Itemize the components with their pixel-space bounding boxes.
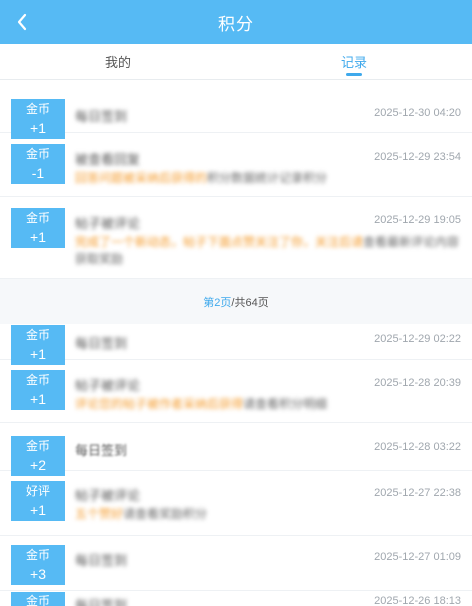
record-date: 2025-12-29 23:54 [374, 151, 461, 163]
list-item: 好评 +1 帖子被评论 2025-12-27 22:38 五个赞好请查看奖励积分 [0, 471, 472, 536]
reward-type: 金币 [25, 373, 50, 387]
reward-badge: 好评 +1 [11, 481, 65, 521]
record-title: 帖子被评论 [75, 378, 141, 393]
reward-type: 金币 [25, 594, 50, 606]
reward-badge: 金币 +1 [11, 325, 65, 365]
tab-mine[interactable]: 我的 [0, 44, 236, 79]
record-date: 2025-12-27 01:09 [374, 551, 461, 563]
tab-records[interactable]: 记录 [236, 44, 472, 79]
current-page: 第2页 [203, 296, 232, 309]
total-pages: /共64页 [231, 296, 269, 309]
record-title: 每日签到 [75, 443, 128, 458]
record-description: 五个赞好请查看奖励积分 [75, 506, 375, 523]
record-description-text: 请查看积分明细 [243, 397, 328, 411]
record-description: 完成了一个新动态，帖子下面点赞关注了你，关注后请查看最新评论内容获取奖励 [75, 234, 463, 268]
chevron-left-icon [17, 13, 27, 31]
list-item: 金币 +3 每日签到 2025-12-27 01:09 [0, 536, 472, 591]
app-header: 积分 [0, 0, 472, 44]
record-description-highlight: 五个赞好 [75, 507, 124, 521]
record-description-highlight: 回答问题被采纳后获得的 [75, 171, 208, 185]
page-indicator: 第2页/共64页 [0, 279, 472, 324]
record-description-text: 请查看奖励积分 [123, 507, 208, 521]
record-description-text: 积分数据统计记录积分 [207, 171, 328, 185]
back-button[interactable] [8, 6, 36, 38]
list-item: 金币 +1 每日签到 2025-12-30 04:20 [0, 95, 472, 139]
reward-type: 金币 [25, 147, 50, 161]
reward-type: 金币 [25, 211, 50, 225]
tab-bar: 我的 记录 [0, 44, 472, 80]
record-date: 2025-12-28 03:22 [374, 441, 461, 453]
record-title: 每日签到 [75, 553, 128, 568]
list-item: 金币 +2 每日签到 2025-12-28 03:22 [0, 423, 472, 476]
reward-amount: +1 [30, 229, 46, 245]
reward-amount: +1 [30, 502, 46, 518]
record-title: 每日签到 [75, 336, 128, 351]
record-date: 2025-12-28 20:39 [374, 377, 461, 389]
record-date: 2025-12-27 22:38 [374, 487, 461, 499]
record-title: 每日签到 [75, 109, 128, 124]
list-item: 金币 每日签到 2025-12-26 18:13 [0, 591, 472, 606]
reward-amount: +3 [30, 566, 46, 582]
record-description-highlight: 评论您的帖子被作者采纳后获得 [75, 397, 244, 411]
record-title: 帖子被评论 [75, 488, 141, 503]
reward-type: 金币 [25, 328, 50, 342]
record-date: 2025-12-29 02:22 [374, 333, 461, 345]
reward-amount: -1 [31, 165, 45, 181]
record-description-highlight: 完成了一个新动态，帖子下面点赞关注了你，关注后请 [75, 235, 364, 249]
reward-type: 金币 [25, 102, 50, 116]
reward-badge: 金币 +3 [11, 545, 65, 585]
list-item: 金币 -1 被查看回复 2025-12-29 23:54 回答问题被采纳后获得的… [0, 133, 472, 197]
page-title: 积分 [218, 14, 254, 34]
records-list[interactable]: +9 金币 +1 每日签到 2025-12-30 04:20 金币 -1 被查看… [0, 81, 472, 606]
record-description: 评论您的帖子被作者采纳后获得请查看积分明细 [75, 396, 435, 413]
reward-type: 金币 [25, 439, 50, 453]
record-title: 每日签到 [75, 598, 128, 606]
reward-type: 好评 [25, 484, 50, 498]
record-title: 被查看回复 [75, 152, 141, 167]
reward-badge: 金币 -1 [11, 144, 65, 184]
record-date: 2025-12-26 18:13 [374, 595, 461, 606]
list-item: 金币 +1 帖子被评论 2025-12-28 20:39 评论您的帖子被作者采纳… [0, 360, 472, 423]
list-item: 金币 +1 每日签到 2025-12-29 02:22 [0, 324, 472, 365]
reward-amount: +1 [30, 391, 46, 407]
reward-badge: 金币 [11, 592, 65, 606]
record-date: 2025-12-29 19:05 [374, 214, 461, 226]
reward-type: 金币 [25, 548, 50, 562]
list-item: 金币 +1 帖子被评论 2025-12-29 19:05 完成了一个新动态，帖子… [0, 197, 472, 279]
reward-badge: 金币 +2 [11, 436, 65, 476]
record-description: 回答问题被采纳后获得的积分数据统计记录积分 [75, 170, 435, 187]
reward-badge: 金币 +1 [11, 208, 65, 248]
reward-badge: 金币 +1 [11, 370, 65, 410]
record-title: 帖子被评论 [75, 216, 141, 231]
record-date: 2025-12-30 04:20 [374, 107, 461, 119]
